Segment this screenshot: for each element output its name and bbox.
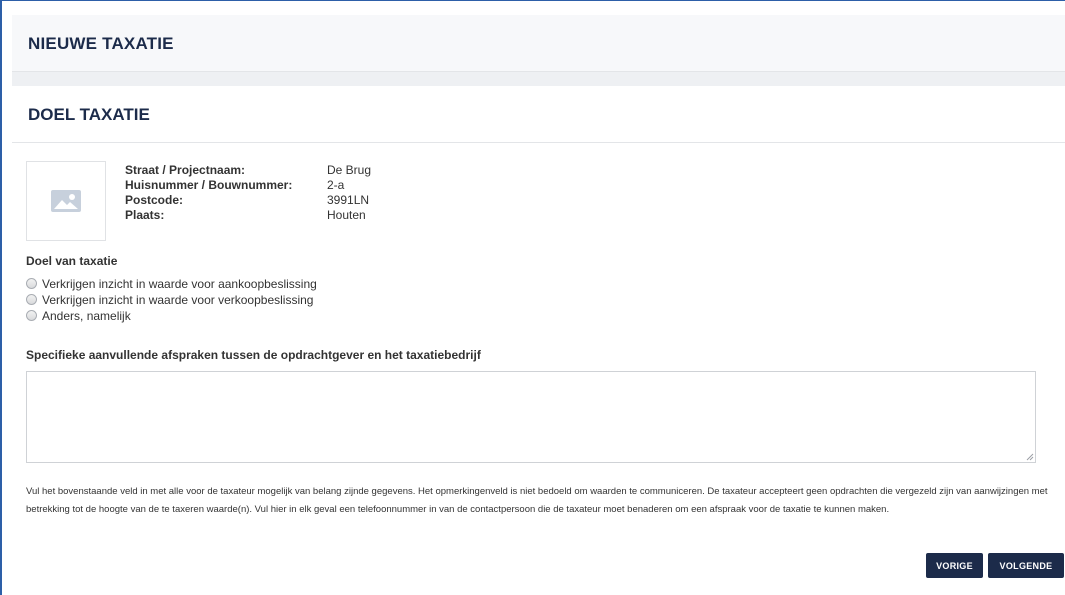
info-value: 3991LN — [327, 193, 370, 207]
info-row-postcode: Postcode: 3991LN — [125, 193, 371, 208]
page-header: NIEUWE TAXATIE — [12, 15, 1065, 72]
instruction-notice: Vul het bovenstaande veld in met alle vo… — [26, 486, 1048, 515]
next-button[interactable]: VOLGENDE — [988, 553, 1064, 578]
info-row-street: Straat / Projectnaam: De Brug — [125, 163, 371, 178]
radio-button[interactable] — [26, 294, 37, 305]
radio-button[interactable] — [26, 310, 37, 321]
info-row-city: Plaats: Houten — [125, 208, 371, 223]
doel-taxatie-label: Doel van taxatie — [26, 254, 118, 268]
property-thumbnail — [26, 161, 106, 241]
radio-option-verkoop[interactable]: Verkrijgen inzicht in waarde voor verkoo… — [26, 292, 317, 307]
info-value: De Brug — [327, 163, 372, 177]
page-title: NIEUWE TAXATIE — [28, 34, 174, 53]
previous-button[interactable]: VORIGE — [926, 553, 983, 578]
property-info: Straat / Projectnaam: De Brug Huisnummer… — [125, 163, 371, 223]
radio-label: Verkrijgen inzicht in waarde voor verkoo… — [42, 292, 314, 307]
info-label: Postcode: — [125, 193, 184, 207]
radio-option-anders[interactable]: Anders, namelijk — [26, 308, 317, 323]
info-label: Plaats: — [125, 208, 165, 222]
app-frame: NIEUWE TAXATIE DOEL TAXATIE Straat / Pro… — [0, 0, 1065, 595]
resize-grip-icon[interactable] — [1026, 453, 1034, 461]
radio-option-aankoop[interactable]: Verkrijgen inzicht in waarde voor aankoo… — [26, 276, 317, 291]
radio-button[interactable] — [26, 278, 37, 289]
info-label: Straat / Projectnaam: — [125, 163, 246, 177]
info-value: 2-a — [327, 178, 345, 192]
image-placeholder-icon — [51, 190, 81, 212]
info-row-house-number: Huisnummer / Bouwnummer: 2-a — [125, 178, 371, 193]
afspraken-label: Specifieke aanvullende afspraken tussen … — [26, 348, 481, 362]
section-title: DOEL TAXATIE — [28, 105, 150, 124]
info-label: Huisnummer / Bouwnummer: — [125, 178, 293, 192]
afspraken-textarea[interactable] — [26, 371, 1036, 463]
radio-label: Anders, namelijk — [42, 308, 131, 323]
section-header: DOEL TAXATIE — [12, 86, 1065, 143]
section-divider — [12, 72, 1065, 86]
doel-taxatie-options: Verkrijgen inzicht in waarde voor aankoo… — [26, 276, 317, 324]
radio-label: Verkrijgen inzicht in waarde voor aankoo… — [42, 276, 317, 291]
info-value: Houten — [327, 208, 366, 222]
